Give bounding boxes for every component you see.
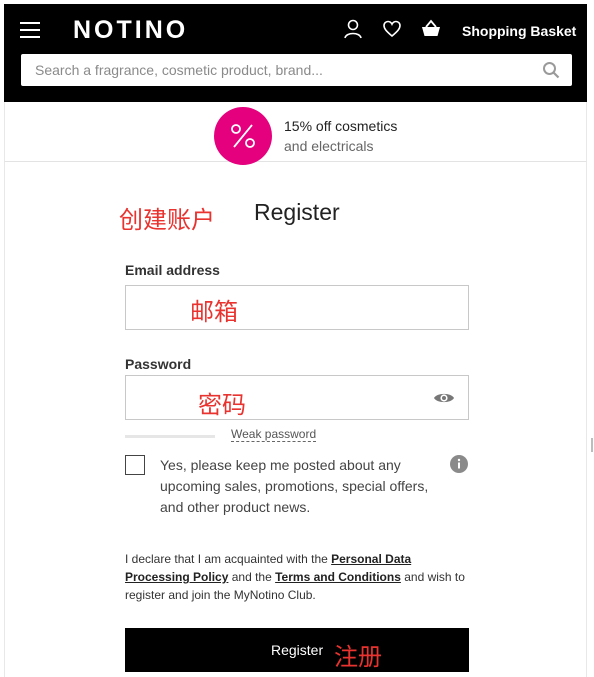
password-strength-text: Weak password — [231, 427, 317, 442]
search-input[interactable] — [21, 54, 531, 86]
shopping-basket-link[interactable]: Shopping Basket — [462, 23, 576, 39]
notino-logo[interactable]: NOTINO — [73, 16, 188, 45]
email-label: Email address — [125, 262, 220, 278]
scrollbar[interactable] — [591, 438, 593, 452]
email-field[interactable] — [126, 286, 468, 329]
register-button[interactable]: Register — [125, 628, 469, 672]
page-title: Register — [254, 199, 340, 225]
legal-declaration: I declare that I am acquainted with the … — [125, 550, 469, 604]
newsletter-checkbox[interactable] — [125, 455, 145, 475]
site-header: NOTINO Shopping Basket — [4, 4, 587, 102]
promo-headline: 15% off cosmetics — [284, 118, 398, 134]
annotation-email: 邮箱 — [190, 298, 238, 326]
promo-banner[interactable]: 15% off cosmetics and electricals — [4, 102, 587, 165]
register-button-label: Register — [271, 642, 324, 658]
annotation-create-account: 创建账户 — [119, 206, 215, 234]
search-bar — [21, 54, 572, 86]
promo-subline: and electricals — [284, 138, 374, 154]
password-field[interactable] — [126, 376, 468, 419]
heart-icon[interactable] — [381, 18, 403, 40]
annotation-password: 密码 — [198, 391, 246, 419]
percent-badge-icon — [214, 107, 272, 165]
password-field-wrapper — [125, 375, 469, 420]
user-icon[interactable] — [342, 18, 364, 40]
email-field-wrapper — [125, 285, 469, 330]
legal-text-prefix: I declare that I am acquainted with the — [125, 552, 332, 566]
legal-text-middle: and the — [228, 570, 276, 584]
annotation-register: 注册 — [334, 643, 382, 671]
password-strength-bar — [125, 435, 215, 438]
basket-icon[interactable] — [420, 18, 442, 40]
search-icon[interactable] — [542, 61, 560, 79]
password-label: Password — [125, 356, 192, 372]
info-icon[interactable] — [450, 455, 468, 473]
newsletter-label: Yes, please keep me posted about any upc… — [160, 457, 429, 515]
menu-icon[interactable] — [20, 22, 40, 38]
terms-link[interactable]: Terms and Conditions — [275, 570, 401, 584]
eye-icon[interactable] — [433, 390, 455, 406]
